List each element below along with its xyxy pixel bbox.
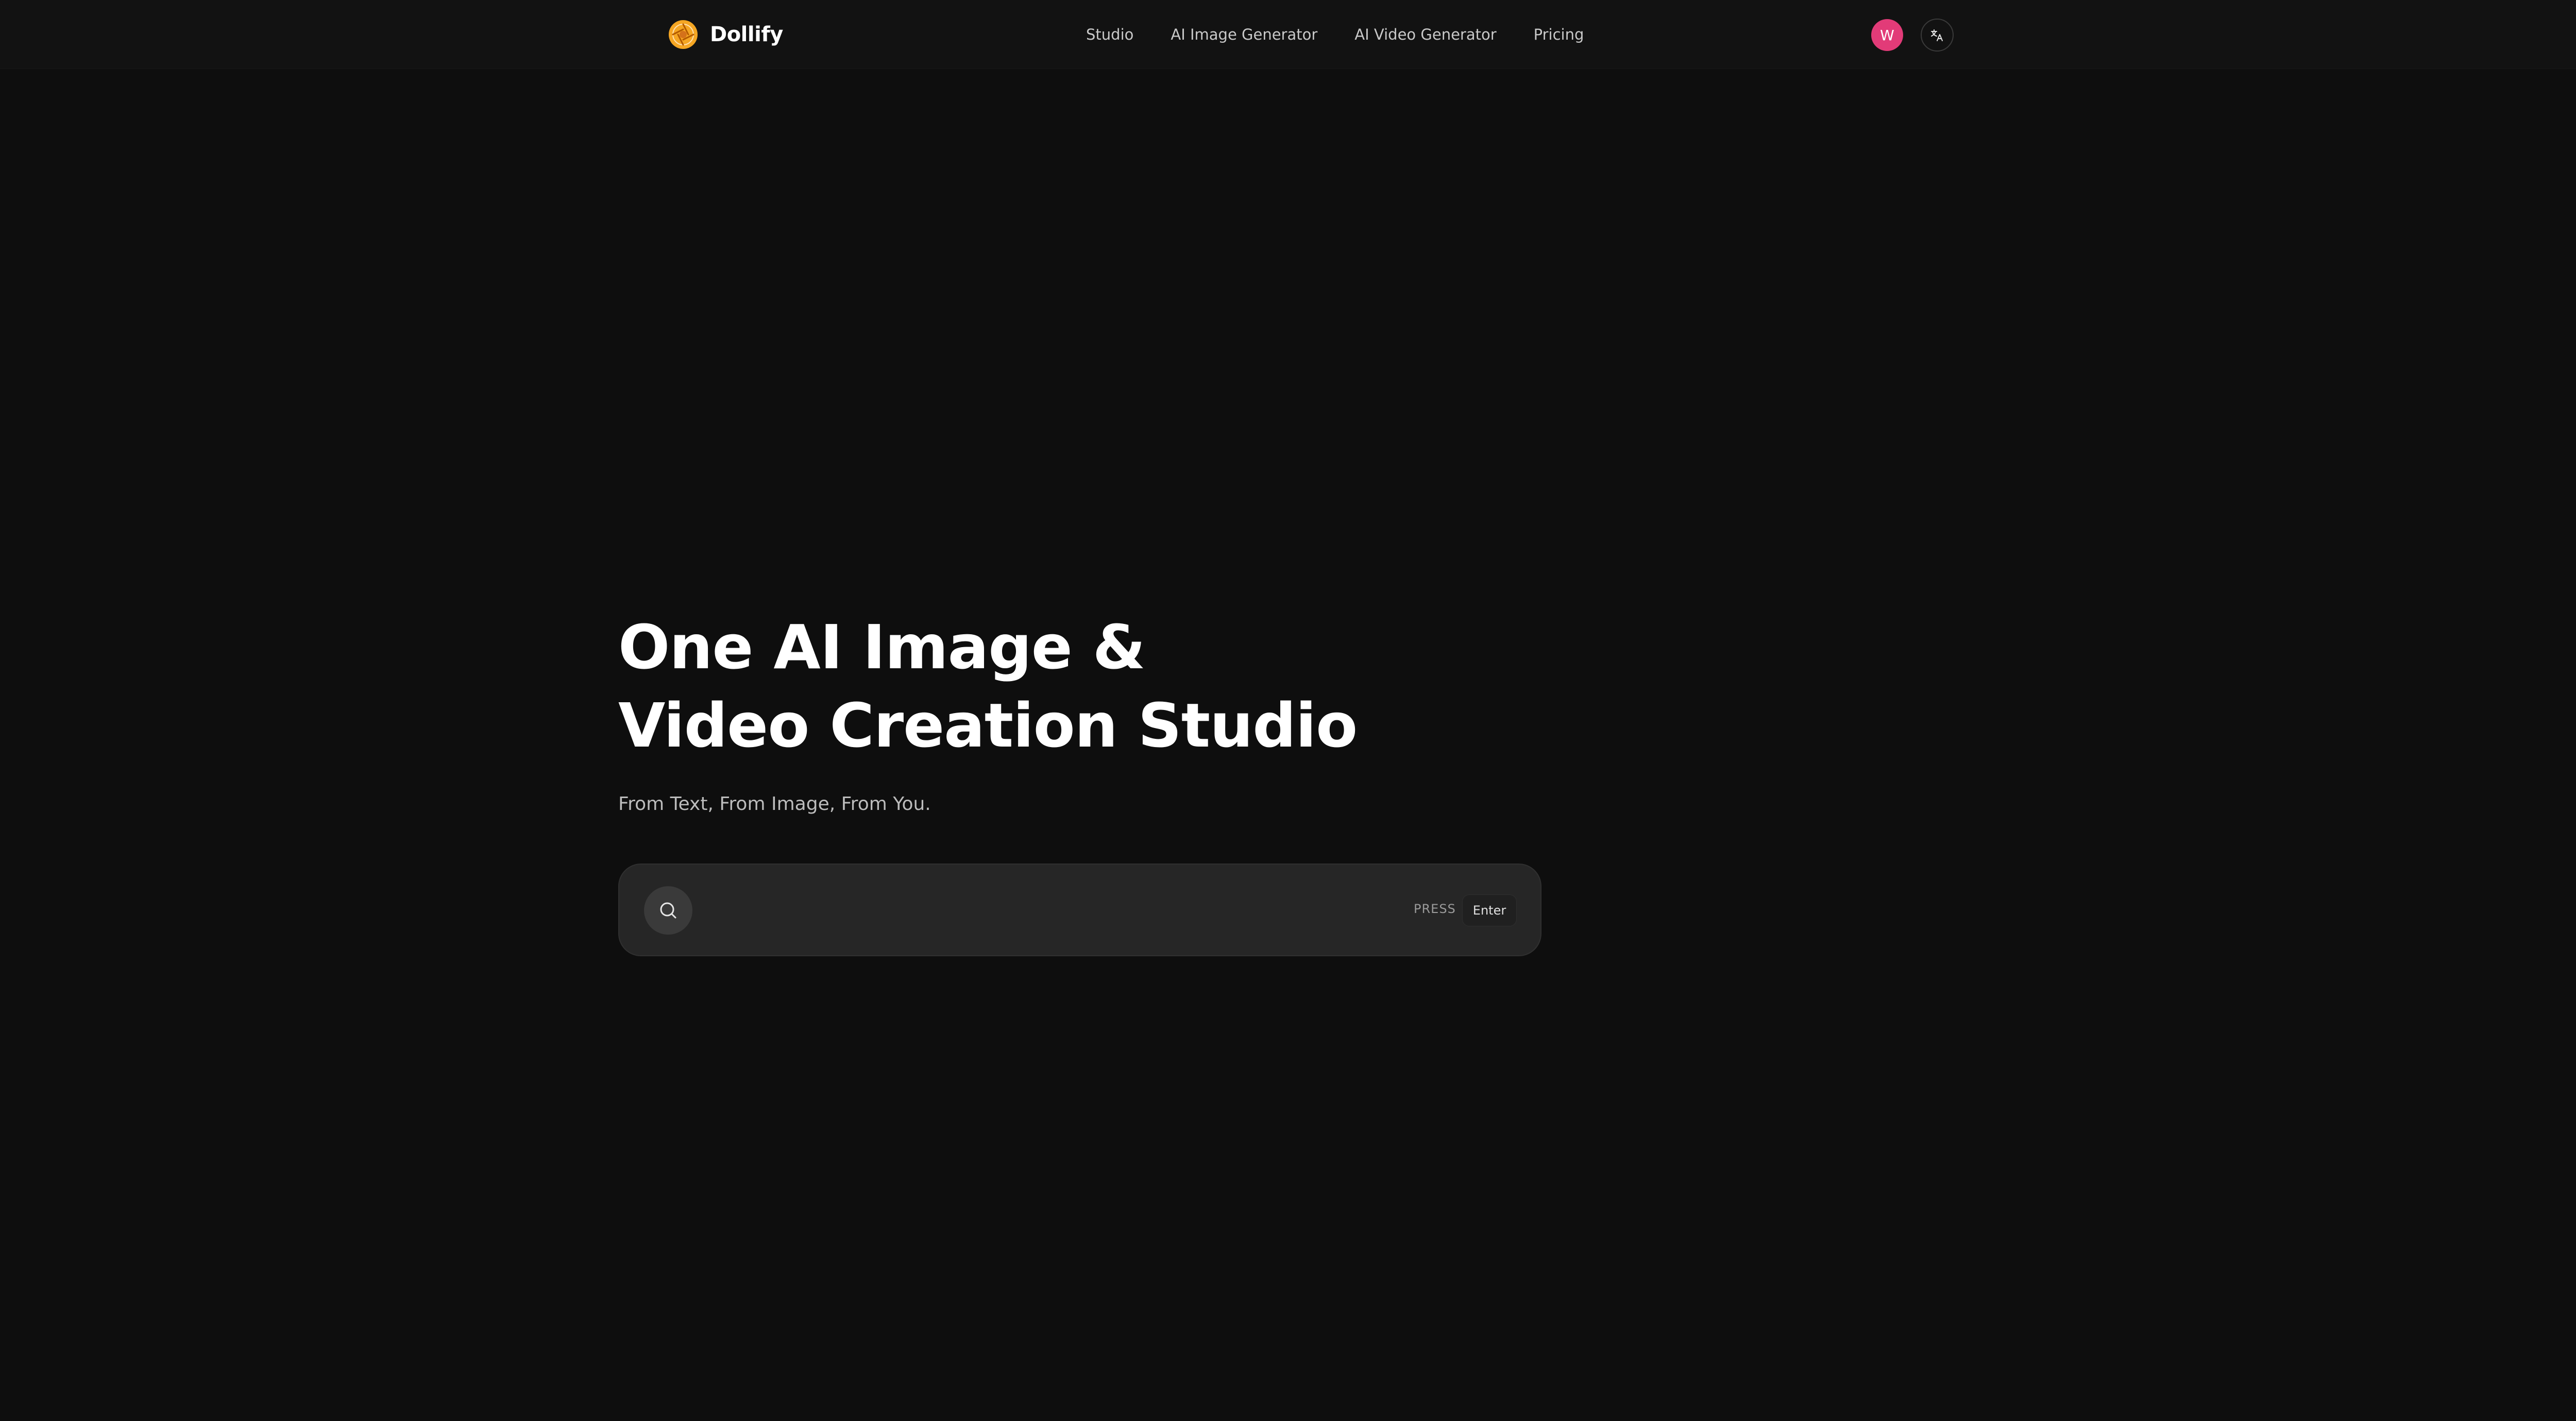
language-button[interactable]	[1921, 19, 1954, 52]
press-hint-label: PRESS	[1414, 902, 1456, 916]
hero-title-line-1: One AI Image &	[618, 612, 1146, 683]
top-header: Dollify Studio AI Image Generator AI Vid…	[0, 0, 2576, 69]
page: Dollify Studio AI Image Generator AI Vid…	[0, 0, 2576, 1421]
search-icon	[660, 902, 676, 919]
nav-pricing[interactable]: Pricing	[1534, 26, 1584, 43]
user-avatar[interactable]: W	[1871, 19, 1903, 51]
search-button[interactable]	[644, 886, 692, 935]
enter-key-badge: Enter	[1462, 894, 1517, 926]
nav-studio[interactable]: Studio	[1086, 26, 1133, 43]
brand-name: Dollify	[710, 23, 783, 46]
aperture-logo-icon	[669, 20, 698, 49]
prompt-input[interactable]	[707, 885, 1377, 936]
main-nav: Studio AI Image Generator AI Video Gener…	[1086, 0, 1584, 69]
nav-ai-video-generator[interactable]: AI Video Generator	[1354, 26, 1496, 43]
nav-ai-image-generator[interactable]: AI Image Generator	[1171, 26, 1317, 43]
hero-subtitle: From Text, From Image, From You.	[618, 793, 931, 815]
translate-icon	[1931, 29, 1943, 41]
hero-title: One AI Image & Video Creation Studio	[618, 608, 1546, 765]
prompt-search-box: PRESS Enter	[618, 864, 1541, 956]
hero-title-line-2: Video Creation Studio	[618, 690, 1358, 761]
brand-logo[interactable]: Dollify	[668, 19, 783, 50]
